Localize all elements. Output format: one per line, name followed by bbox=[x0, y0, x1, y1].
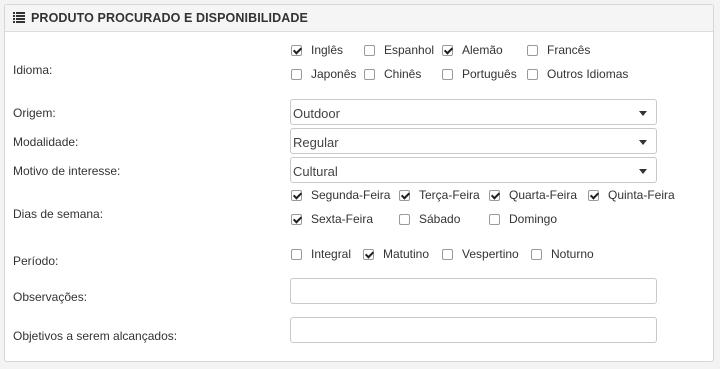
idioma-label: Idioma: bbox=[13, 63, 53, 77]
checkbox-box[interactable] bbox=[364, 44, 375, 56]
checkbox-terca[interactable]: Terça-Feira bbox=[399, 188, 480, 202]
motivo-label: Motivo de interesse: bbox=[13, 164, 121, 178]
checkbox-box[interactable] bbox=[489, 189, 500, 201]
checkbox-label: Alemão bbox=[462, 43, 503, 57]
checkbox-ingles[interactable]: Inglês bbox=[291, 43, 343, 57]
checkbox-quinta[interactable]: Quinta-Feira bbox=[588, 188, 675, 202]
checkbox-label: Inglês bbox=[311, 43, 344, 57]
checkbox-espanhol[interactable]: Espanhol bbox=[364, 43, 434, 57]
checkbox-segunda[interactable]: Segunda-Feira bbox=[291, 188, 390, 202]
checkbox-label: Espanhol bbox=[384, 43, 435, 57]
checkbox-label: Vespertino bbox=[462, 247, 519, 261]
checkbox-box[interactable] bbox=[442, 68, 453, 80]
chevron-down-icon bbox=[639, 140, 647, 145]
checkbox-chines[interactable]: Chinês bbox=[364, 67, 421, 81]
periodo-label: Período: bbox=[13, 254, 59, 268]
checkbox-integral[interactable]: Integral bbox=[291, 247, 351, 261]
checkbox-label: Integral bbox=[311, 247, 352, 261]
checkbox-box[interactable] bbox=[364, 68, 375, 80]
origem-select[interactable]: Outdoor bbox=[290, 99, 657, 125]
select-value: Regular bbox=[293, 135, 339, 150]
checkbox-box[interactable] bbox=[291, 44, 302, 56]
origem-label: Origem: bbox=[13, 106, 56, 120]
chevron-down-icon bbox=[639, 169, 647, 174]
checkbox-box[interactable] bbox=[363, 248, 374, 260]
checkbox-domingo[interactable]: Domingo bbox=[489, 212, 557, 226]
checkbox-box[interactable] bbox=[531, 248, 542, 260]
checkbox-box[interactable] bbox=[489, 213, 500, 225]
modalidade-label: Modalidade: bbox=[13, 135, 79, 149]
checkbox-label: Noturno bbox=[551, 247, 594, 261]
observacoes-label: Observações: bbox=[13, 290, 88, 304]
checkbox-box[interactable] bbox=[527, 68, 538, 80]
checkbox-box[interactable] bbox=[399, 189, 410, 201]
objetivos-label: Objetivos a serem alcançados: bbox=[13, 329, 178, 343]
select-value: Outdoor bbox=[293, 106, 340, 121]
checkbox-label: Japonês bbox=[311, 67, 357, 81]
checkbox-vespertino[interactable]: Vespertino bbox=[442, 247, 519, 261]
checkbox-matutino[interactable]: Matutino bbox=[363, 247, 429, 261]
checkbox-label: Outros Idiomas bbox=[547, 67, 629, 81]
panel-header: PRODUTO PROCURADO E DISPONIBILIDADE bbox=[5, 5, 713, 32]
checkbox-sabado[interactable]: Sábado bbox=[399, 212, 460, 226]
checkbox-sexta[interactable]: Sexta-Feira bbox=[291, 212, 373, 226]
checkbox-label: Francês bbox=[547, 43, 591, 57]
checkbox-label: Português bbox=[462, 67, 517, 81]
checkbox-label: Matutino bbox=[383, 247, 430, 261]
checkbox-label: Quinta-Feira bbox=[608, 188, 675, 202]
checkbox-box[interactable] bbox=[291, 189, 302, 201]
checkbox-label: Sexta-Feira bbox=[311, 212, 374, 226]
checkbox-quarta[interactable]: Quarta-Feira bbox=[489, 188, 577, 202]
checkbox-box[interactable] bbox=[291, 248, 302, 260]
checkbox-label: Terça-Feira bbox=[419, 188, 480, 202]
checkbox-label: Sábado bbox=[419, 212, 461, 226]
select-value: Cultural bbox=[293, 164, 338, 179]
panel-title: PRODUTO PROCURADO E DISPONIBILIDADE bbox=[31, 11, 308, 25]
checkbox-outros-idiomas[interactable]: Outros Idiomas bbox=[527, 67, 628, 81]
availability-panel: PRODUTO PROCURADO E DISPONIBILIDADE Idio… bbox=[4, 4, 714, 362]
checkbox-label: Segunda-Feira bbox=[311, 188, 391, 202]
checkbox-alemao[interactable]: Alemão bbox=[442, 43, 503, 57]
observacoes-input[interactable] bbox=[290, 278, 657, 304]
checkbox-box[interactable] bbox=[291, 68, 302, 80]
checkbox-box[interactable] bbox=[442, 248, 453, 260]
checkbox-frances[interactable]: Francês bbox=[527, 43, 590, 57]
chevron-down-icon bbox=[639, 111, 647, 116]
checkbox-japones[interactable]: Japonês bbox=[291, 67, 356, 81]
dias-label: Dias de semana: bbox=[13, 207, 104, 221]
objetivos-input[interactable] bbox=[290, 317, 657, 343]
checkbox-box[interactable] bbox=[442, 44, 453, 56]
list-icon bbox=[13, 12, 25, 23]
checkbox-box[interactable] bbox=[527, 44, 538, 56]
checkbox-label: Chinês bbox=[384, 67, 422, 81]
checkbox-noturno[interactable]: Noturno bbox=[531, 247, 594, 261]
checkbox-box[interactable] bbox=[588, 189, 599, 201]
modalidade-select[interactable]: Regular bbox=[290, 128, 657, 154]
motivo-select[interactable]: Cultural bbox=[290, 157, 657, 183]
checkbox-portugues[interactable]: Português bbox=[442, 67, 517, 81]
checkbox-label: Quarta-Feira bbox=[509, 188, 578, 202]
checkbox-label: Domingo bbox=[509, 212, 558, 226]
checkbox-box[interactable] bbox=[291, 213, 302, 225]
checkbox-box[interactable] bbox=[399, 213, 410, 225]
